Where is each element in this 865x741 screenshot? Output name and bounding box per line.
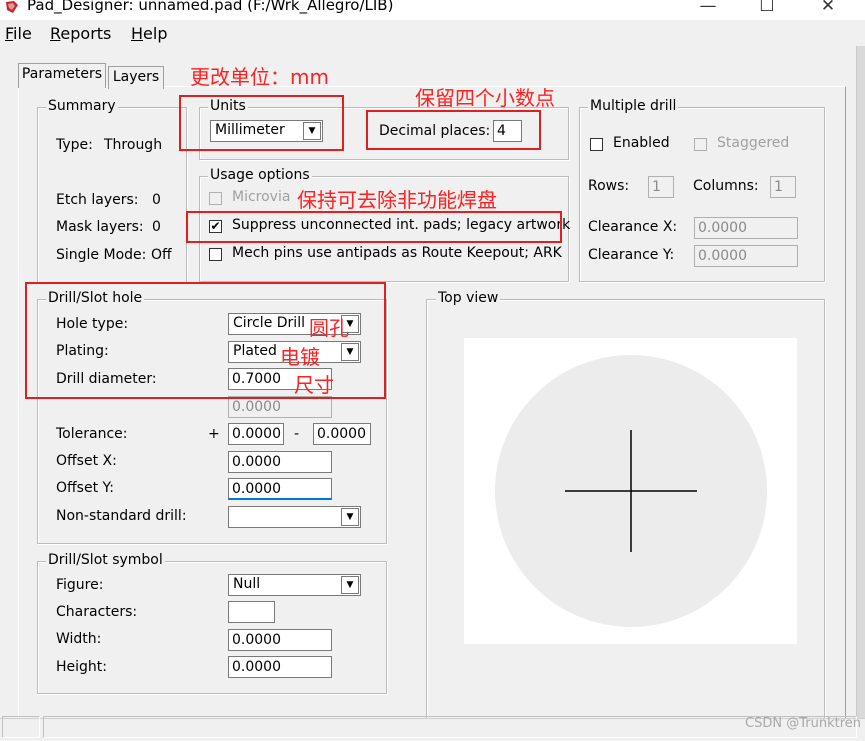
rows-label: Rows: xyxy=(588,178,630,194)
decimal-highlight xyxy=(366,110,541,150)
type-value: Through xyxy=(104,137,163,153)
units-highlight xyxy=(179,95,344,151)
tolerance-minus-field[interactable]: 0.0000 xyxy=(313,423,371,445)
microvia-checkbox[interactable] xyxy=(209,192,222,205)
figure-value: Null xyxy=(233,576,261,592)
mech-pins-checkbox[interactable] xyxy=(209,248,222,261)
slot-size-field[interactable]: 0.0000 xyxy=(228,396,332,418)
status-pane-left xyxy=(2,716,40,738)
menu-file[interactable]: File xyxy=(5,24,32,43)
non-standard-drill-label: Non-standard drill: xyxy=(56,508,187,524)
maximize-button[interactable]: ☐ xyxy=(752,0,782,16)
minimize-button[interactable]: — xyxy=(693,0,723,16)
offset-y-field[interactable]: 0.0000 xyxy=(228,478,332,500)
multiple-drill-enabled-checkbox[interactable] xyxy=(590,138,603,151)
offset-x-label: Offset X: xyxy=(56,453,117,469)
mask-layers-value: 0 xyxy=(152,219,161,235)
width-label: Width: xyxy=(56,631,102,647)
annotation-suppress: 保持可去除非功能焊盘 xyxy=(297,188,497,212)
characters-field[interactable] xyxy=(228,601,275,623)
tolerance-plus-sign: + xyxy=(208,426,220,442)
clearance-x-label: Clearance X: xyxy=(588,219,678,235)
chevron-down-icon[interactable]: ▼ xyxy=(341,576,359,594)
width-field[interactable]: 0.0000 xyxy=(228,629,332,651)
annotation-plating: 电镀 xyxy=(280,345,320,369)
clearance-x-field[interactable]: 0.0000 xyxy=(694,217,798,239)
window-edge xyxy=(856,46,865,718)
status-pane-main xyxy=(43,716,857,738)
mask-layers-label: Mask layers: xyxy=(56,219,144,235)
staggered-label: Staggered xyxy=(717,135,790,151)
single-mode-value: Off xyxy=(151,247,172,263)
non-standard-drill-select[interactable]: ▼ xyxy=(228,506,361,528)
summary-legend: Summary xyxy=(46,98,118,114)
tolerance-minus-sign: - xyxy=(294,426,300,442)
characters-label: Characters: xyxy=(56,604,138,620)
offset-x-field[interactable]: 0.0000 xyxy=(228,451,332,473)
columns-label: Columns: xyxy=(693,178,759,194)
menu-reports[interactable]: Reports xyxy=(50,24,111,43)
menu-bar xyxy=(0,20,865,46)
tab-layers[interactable]: Layers xyxy=(108,66,164,89)
clearance-y-label: Clearance Y: xyxy=(588,247,675,263)
window-title: Pad_Designer: unnamed.pad (F:/Wrk_Allegr… xyxy=(27,0,394,14)
tolerance-plus-field[interactable]: 0.0000 xyxy=(228,423,284,445)
tab-parameters[interactable]: Parameters xyxy=(18,63,106,88)
annotation-round-hole: 圆孔 xyxy=(309,316,349,340)
etch-layers-value: 0 xyxy=(152,192,161,208)
mech-pins-label: Mech pins use antipads as Route Keepout;… xyxy=(232,245,562,261)
tolerance-label: Tolerance: xyxy=(56,426,128,442)
close-button[interactable]: ✕ xyxy=(813,0,843,16)
clearance-y-field[interactable]: 0.0000 xyxy=(694,245,798,267)
height-field[interactable]: 0.0000 xyxy=(228,656,332,678)
annotation-decimals: 保留四个小数点 xyxy=(415,86,555,110)
single-mode-label: Single Mode: xyxy=(56,247,147,263)
suppress-highlight xyxy=(186,211,562,243)
menu-help[interactable]: Help xyxy=(131,24,167,43)
figure-label: Figure: xyxy=(56,577,104,593)
figure-select[interactable]: Null ▼ xyxy=(228,574,361,596)
type-label: Type: xyxy=(56,137,93,153)
staggered-checkbox[interactable] xyxy=(694,138,707,151)
drill-slot-symbol-legend: Drill/Slot symbol xyxy=(46,552,165,568)
rows-field[interactable]: 1 xyxy=(648,176,674,198)
top-view-legend: Top view xyxy=(436,290,501,306)
annotation-units: 更改单位：mm xyxy=(190,65,329,89)
etch-layers-label: Etch layers: xyxy=(56,192,139,208)
usage-options-legend: Usage options xyxy=(208,167,312,183)
top-view-canvas xyxy=(464,338,797,644)
watermark: CSDN @Trunktren xyxy=(745,716,861,731)
app-icon xyxy=(6,1,18,13)
columns-field[interactable]: 1 xyxy=(770,176,796,198)
annotation-size: 尺寸 xyxy=(294,373,334,397)
pad-preview xyxy=(495,355,767,627)
chevron-down-icon[interactable]: ▼ xyxy=(341,508,359,526)
multiple-drill-enabled-label: Enabled xyxy=(613,135,670,151)
height-label: Height: xyxy=(56,659,107,675)
offset-y-label: Offset Y: xyxy=(56,480,114,496)
microvia-label: Microvia xyxy=(232,189,291,205)
multiple-drill-legend: Multiple drill xyxy=(588,98,679,114)
